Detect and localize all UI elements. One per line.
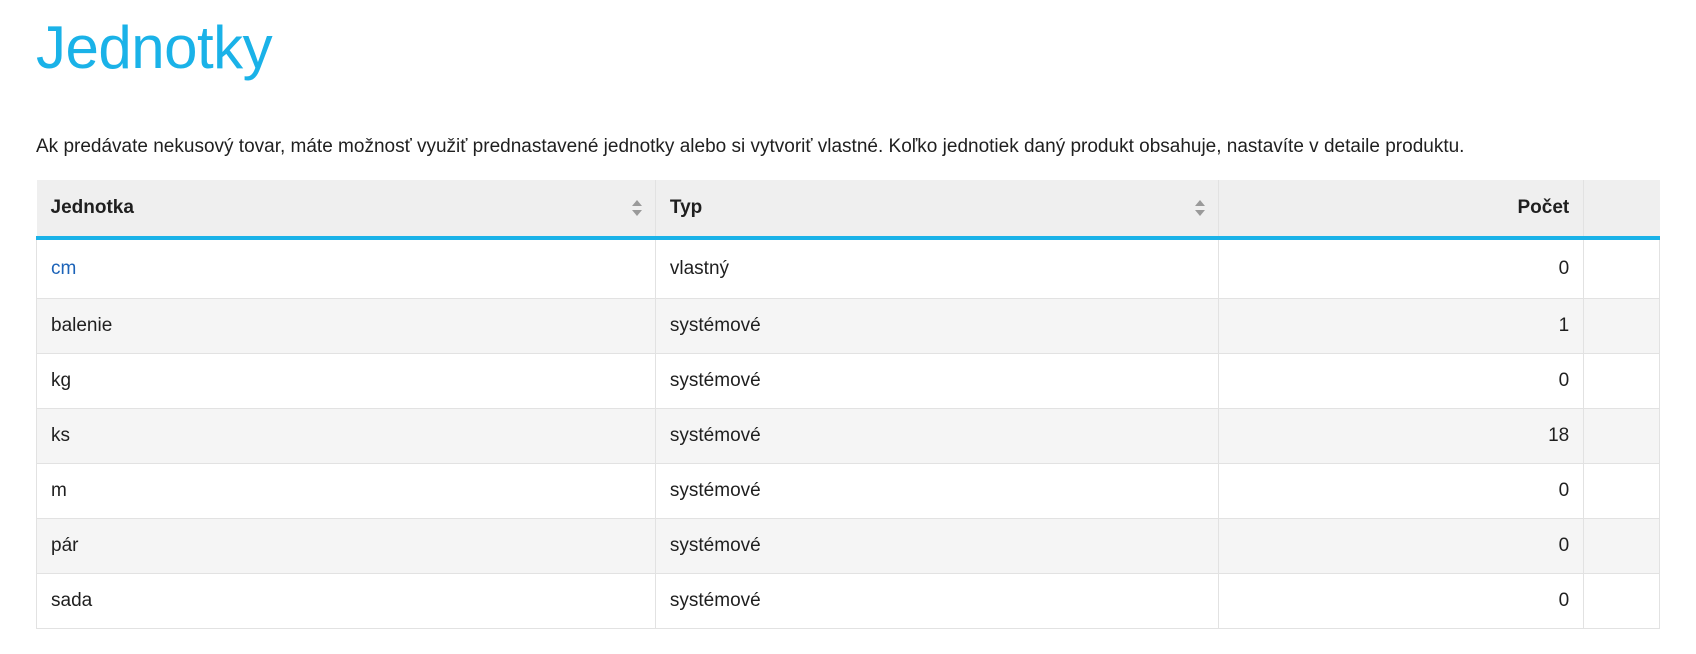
table-row: kg systémové 0	[36, 353, 1660, 409]
count-cell: 0	[1218, 463, 1585, 519]
type-cell: systémové	[655, 353, 1219, 409]
count-cell: 0	[1218, 518, 1585, 574]
unit-cell: m	[36, 463, 656, 519]
type-cell: systémové	[655, 573, 1219, 629]
column-header-type[interactable]: Typ	[655, 180, 1219, 240]
actions-cell	[1583, 463, 1660, 519]
page-title: Jednotky	[36, 14, 273, 81]
actions-cell	[1583, 573, 1660, 629]
table-row: balenie systémové 1	[36, 298, 1660, 354]
column-header-count-label: Počet	[1517, 197, 1570, 218]
unit-cell: sada	[36, 573, 656, 629]
count-cell: 1	[1218, 298, 1585, 354]
count-cell: 0	[1218, 238, 1585, 299]
column-header-type-label: Typ	[669, 197, 703, 218]
column-header-unit-label: Jednotka	[50, 197, 134, 218]
unit-cell[interactable]: cm	[36, 238, 656, 299]
count-cell: 0	[1218, 353, 1585, 409]
count-cell: 18	[1218, 408, 1585, 464]
actions-cell	[1583, 408, 1660, 464]
type-cell: systémové	[655, 518, 1219, 574]
count-cell: 0	[1218, 573, 1585, 629]
table-row: m systémové 0	[36, 463, 1660, 519]
actions-cell	[1583, 353, 1660, 409]
sort-icon[interactable]	[631, 197, 643, 219]
unit-cell: kg	[36, 353, 656, 409]
type-cell: vlastný	[655, 238, 1219, 299]
page-description: Ak predávate nekusový tovar, máte možnos…	[36, 136, 1465, 157]
type-cell: systémové	[655, 408, 1219, 464]
unit-cell: balenie	[36, 298, 656, 354]
type-cell: systémové	[655, 298, 1219, 354]
table-row: sada systémové 0	[36, 573, 1660, 629]
column-header-actions	[1583, 180, 1660, 240]
unit-link[interactable]: cm	[51, 258, 76, 279]
table-header-row: Jednotka Typ Počet	[36, 180, 1660, 240]
actions-cell	[1583, 518, 1660, 574]
actions-cell	[1583, 298, 1660, 354]
table-row: ks systémové 18	[36, 408, 1660, 464]
column-header-unit[interactable]: Jednotka	[36, 180, 656, 240]
sort-icon[interactable]	[1194, 197, 1206, 219]
unit-cell: pár	[36, 518, 656, 574]
units-table: Jednotka Typ Počet cm vlastný 0 balenie …	[36, 180, 1660, 629]
table-row: pár systémové 0	[36, 518, 1660, 574]
unit-cell: ks	[36, 408, 656, 464]
actions-cell	[1583, 238, 1660, 299]
table-row: cm vlastný 0	[36, 238, 1660, 299]
type-cell: systémové	[655, 463, 1219, 519]
column-header-count: Počet	[1218, 180, 1585, 240]
units-page: Jednotky Ak predávate nekusový tovar, má…	[0, 0, 1696, 629]
